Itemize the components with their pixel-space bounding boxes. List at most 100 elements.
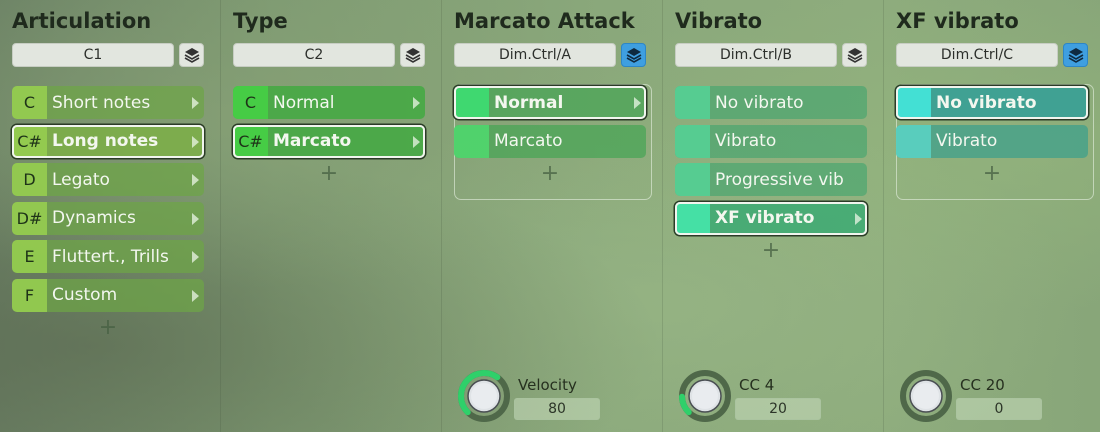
item-key: C# — [12, 124, 47, 158]
list-item[interactable]: Progressive vib — [675, 163, 867, 196]
column-articulation: Articulation C1 C Short notes C# Long no… — [0, 0, 221, 432]
item-label: Vibrato — [936, 131, 998, 151]
cc4-knob[interactable] — [677, 368, 737, 428]
list-item[interactable]: E Fluttert., Trills — [12, 240, 204, 273]
xf-vibrato-list: No vibrato Vibrato + — [896, 86, 1088, 185]
item-key: C — [233, 86, 268, 119]
list-item[interactable]: C Normal — [233, 86, 425, 119]
selector-row: Dim.Ctrl/A — [454, 43, 646, 67]
item-label: Normal — [494, 92, 564, 113]
chevron-right-icon — [192, 97, 199, 109]
item-label: Marcato — [494, 131, 563, 151]
selector-row: C1 — [12, 43, 204, 67]
type-list: C Normal C# Marcato + — [233, 86, 425, 185]
plus-icon[interactable]: + — [896, 163, 1088, 185]
chevron-right-icon — [192, 251, 199, 263]
chevron-right-icon — [413, 135, 420, 148]
attack-list: Normal Marcato + — [454, 86, 646, 185]
item-key: D# — [12, 201, 47, 235]
list-item[interactable]: D# Dynamics — [12, 201, 204, 235]
list-item-selected[interactable]: XF vibrato — [675, 201, 867, 235]
chevron-right-icon — [855, 212, 862, 225]
item-key — [675, 163, 710, 196]
vibrato-list: No vibrato Vibrato Progressive vib XF vi… — [675, 86, 867, 262]
item-label: No vibrato — [715, 92, 804, 113]
item-key: D — [12, 163, 47, 196]
plus-icon[interactable]: + — [675, 240, 867, 262]
item-label: Custom — [52, 285, 118, 305]
column-marcato-attack: Marcato Attack Dim.Ctrl/A Normal Marcato… — [442, 0, 663, 432]
layers-icon[interactable] — [179, 43, 204, 67]
plus-icon[interactable]: + — [12, 317, 204, 339]
item-label: Marcato — [273, 131, 352, 151]
list-item-selected[interactable]: C# Long notes — [12, 124, 204, 158]
column-xf-vibrato: XF vibrato Dim.Ctrl/C No vibrato Vibrato… — [884, 0, 1100, 432]
item-key — [454, 86, 489, 119]
knob-graphic — [679, 370, 731, 422]
item-label: Short notes — [52, 92, 151, 113]
column-title: XF vibrato — [896, 9, 1019, 33]
column-type: Type C2 C Normal C# Marcato + — [221, 0, 442, 432]
selector-field[interactable]: Dim.Ctrl/A — [454, 43, 616, 67]
knob-label: CC 4 — [739, 376, 775, 394]
plus-icon[interactable]: + — [454, 163, 646, 185]
chevron-right-icon — [192, 174, 199, 186]
chevron-right-icon — [634, 97, 641, 109]
item-key — [454, 124, 489, 158]
list-item[interactable]: D Legato — [12, 163, 204, 196]
plus-icon[interactable]: + — [233, 163, 425, 185]
knob-graphic — [900, 370, 952, 422]
knob-value-field[interactable]: 20 — [735, 398, 821, 420]
chevron-right-icon — [192, 212, 199, 225]
column-title: Vibrato — [675, 9, 763, 33]
chevron-right-icon — [413, 97, 420, 109]
item-key — [896, 124, 931, 158]
list-item[interactable]: C Short notes — [12, 86, 204, 119]
selector-field[interactable]: Dim.Ctrl/C — [896, 43, 1058, 67]
item-key: F — [12, 278, 47, 312]
list-item[interactable]: F Custom — [12, 278, 204, 312]
articulation-list: C Short notes C# Long notes D Legato D# … — [12, 86, 204, 339]
velocity-knob[interactable] — [456, 368, 516, 428]
item-label: Dynamics — [52, 208, 136, 228]
knob-value-field[interactable]: 0 — [956, 398, 1042, 420]
column-title: Articulation — [12, 9, 152, 33]
item-label: Fluttert., Trills — [52, 246, 169, 267]
item-key — [675, 86, 710, 119]
knob-label: CC 20 — [960, 376, 1005, 394]
item-key: C# — [233, 124, 268, 158]
layers-icon[interactable] — [1063, 43, 1088, 67]
knob-label: Velocity — [518, 376, 577, 394]
layers-icon[interactable] — [400, 43, 425, 67]
column-vibrato: Vibrato Dim.Ctrl/B No vibrato Vibrato Pr… — [663, 0, 884, 432]
selector-row: C2 — [233, 43, 425, 67]
chevron-right-icon — [192, 289, 199, 302]
cc20-knob[interactable] — [898, 368, 958, 428]
selector-field[interactable]: C2 — [233, 43, 395, 67]
layers-icon[interactable] — [621, 43, 646, 67]
selector-field[interactable]: C1 — [12, 43, 174, 67]
item-key — [896, 86, 931, 119]
selector-field[interactable]: Dim.Ctrl/B — [675, 43, 837, 67]
column-title: Marcato Attack — [454, 9, 635, 33]
item-label: Legato — [52, 169, 110, 190]
list-item-selected[interactable]: C# Marcato — [233, 124, 425, 158]
knob-value-field[interactable]: 80 — [514, 398, 600, 420]
list-item[interactable]: Vibrato — [896, 124, 1088, 158]
selector-row: Dim.Ctrl/B — [675, 43, 867, 67]
list-item-selected[interactable]: No vibrato — [896, 86, 1088, 119]
item-label: Vibrato — [715, 131, 777, 151]
item-key: C — [12, 86, 47, 119]
item-key — [675, 201, 710, 235]
list-item-selected[interactable]: Normal — [454, 86, 646, 119]
list-item[interactable]: No vibrato — [675, 86, 867, 119]
list-item[interactable]: Marcato — [454, 124, 646, 158]
knob-graphic — [458, 370, 510, 422]
item-label: No vibrato — [936, 92, 1037, 113]
item-label: Progressive vib — [715, 169, 844, 190]
layers-icon[interactable] — [842, 43, 867, 67]
item-label: Long notes — [52, 131, 159, 151]
chevron-right-icon — [192, 135, 199, 148]
item-key: E — [12, 240, 47, 273]
list-item[interactable]: Vibrato — [675, 124, 867, 158]
